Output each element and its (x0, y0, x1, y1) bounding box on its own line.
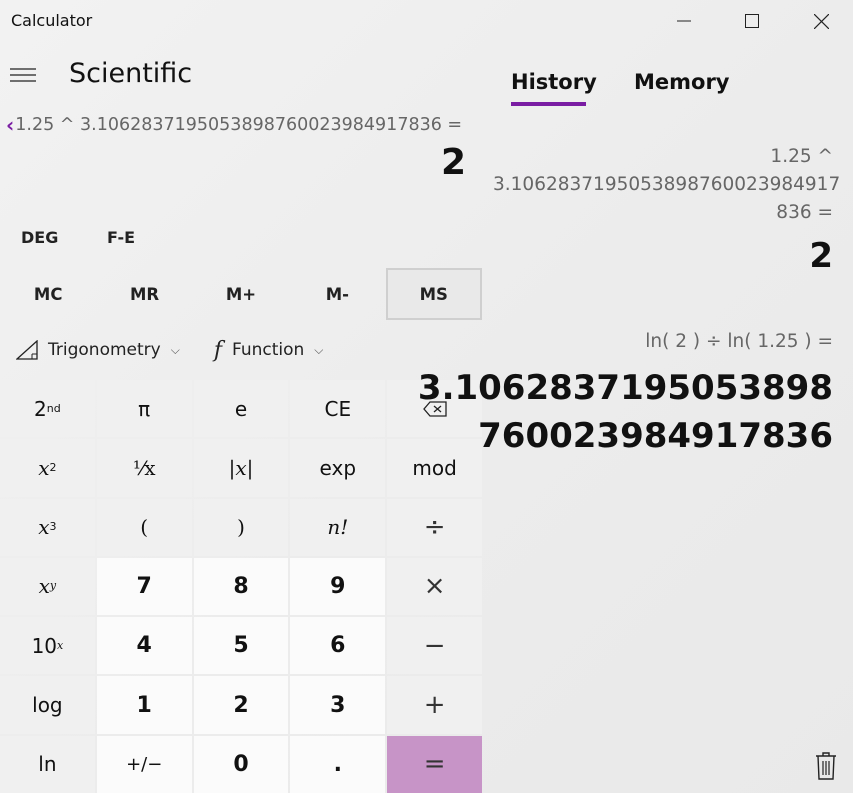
trigonometry-dropdown[interactable]: Trigonometry ⌵ (16, 340, 180, 360)
history-result: 3.1062837195053898 760023984917836 (418, 364, 833, 460)
digit-7-button[interactable]: 7 (96, 557, 192, 616)
function-f-icon: f (213, 337, 222, 363)
minus-button[interactable]: − (387, 617, 482, 675)
digit-8-button[interactable]: 8 (193, 557, 289, 616)
triangle-ruler-icon (16, 340, 38, 360)
ten-power-button[interactable]: 10 x (0, 617, 95, 675)
ce-button[interactable]: CE (290, 380, 386, 438)
title-bar: Calculator (0, 0, 853, 42)
close-icon (813, 13, 829, 29)
exp-button[interactable]: exp (290, 439, 386, 497)
menu-button[interactable] (8, 60, 38, 90)
m-plus-button[interactable]: M+ (193, 268, 289, 320)
cube-button[interactable]: x3 (0, 498, 95, 556)
tab-history[interactable]: History (511, 70, 597, 94)
memory-row: MC MR M+ M- MS (0, 268, 482, 320)
cube-base: x (38, 515, 50, 540)
multiply-button[interactable]: × (387, 557, 482, 616)
factorial-label: n! (327, 515, 349, 540)
second-base: 2 (34, 396, 47, 421)
square-base: x (38, 455, 50, 480)
tab-memory[interactable]: Memory (634, 70, 730, 94)
function-dropdown[interactable]: f Function ⌵ (214, 338, 324, 363)
history-result-line: 760023984917836 (478, 416, 833, 456)
log-button[interactable]: log (0, 676, 95, 734)
trash-icon (816, 752, 836, 780)
digit-5-button[interactable]: 5 (193, 617, 289, 675)
decimal-button[interactable]: . (290, 735, 386, 793)
pi-button[interactable]: π (96, 380, 192, 438)
divide-button[interactable]: ÷ (387, 498, 482, 556)
digit-2-button[interactable]: 2 (193, 676, 289, 734)
digit-4-button[interactable]: 4 (96, 617, 192, 675)
chevron-down-icon: ⌵ (170, 342, 180, 357)
digit-0-button[interactable]: 0 (193, 735, 289, 793)
expression-display: ‹ 1.25 ^ 3.10628371950538987600239849178… (6, 113, 476, 137)
mr-button[interactable]: MR (96, 268, 192, 320)
right-paren-button[interactable]: ) (193, 498, 289, 556)
square-button[interactable]: x2 (0, 439, 95, 497)
calculator-panel: Scientific ‹ 1.25 ^ 3.106283719505389876… (0, 42, 482, 793)
history-expression-line: 836 = (776, 202, 833, 223)
power-base: x (38, 574, 50, 599)
abs-button[interactable]: |x| (193, 439, 289, 497)
hamburger-icon (10, 68, 36, 82)
trigonometry-label: Trigonometry (48, 340, 161, 360)
window-title: Calculator (11, 11, 93, 30)
reciprocal-label: ⅟x (132, 455, 156, 480)
minimize-button[interactable] (650, 0, 718, 42)
history-expression-line: 3.1062837195053898760023984917 (493, 174, 841, 195)
history-panel: History Memory 1.25 ^ 3.1062837195053898… (418, 42, 853, 793)
negate-button[interactable]: +/− (96, 735, 192, 793)
digit-9-button[interactable]: 9 (290, 557, 386, 616)
history-expression-line: 1.25 ^ (770, 146, 833, 167)
mc-button[interactable]: MC (0, 268, 96, 320)
delete-history-button[interactable] (813, 751, 839, 781)
ten-power-base: 10 (31, 633, 58, 658)
history-result-line: 3.1062837195053898 (417, 368, 833, 408)
factorial-button[interactable]: n! (290, 498, 386, 556)
result-display: 2 (440, 142, 466, 183)
chevron-down-icon: ⌵ (314, 342, 324, 357)
ms-button[interactable]: MS (385, 268, 482, 320)
angle-unit-toggle[interactable]: DEG (21, 228, 58, 247)
m-minus-button[interactable]: M- (289, 268, 385, 320)
plus-button[interactable]: + (387, 676, 482, 734)
history-expression: ln( 2 ) ÷ ln( 1.25 ) = (493, 328, 833, 356)
minimize-icon (677, 20, 691, 22)
history-tab-indicator (511, 102, 586, 106)
ln-button[interactable]: ln (0, 735, 95, 793)
mode-title: Scientific (69, 58, 193, 89)
keypad: 2nd π e CE x2 ⅟x |x| exp mod x3 ( ) n! ÷… (0, 380, 482, 793)
digit-6-button[interactable]: 6 (290, 617, 386, 675)
maximize-button[interactable] (718, 0, 786, 42)
history-expression: 1.25 ^ 3.1062837195053898760023984917 83… (493, 143, 841, 227)
left-paren-label: ( (140, 515, 149, 540)
expression-text: 1.25 ^ 3.1062837195053898760023984917836… (15, 115, 463, 135)
e-button[interactable]: e (193, 380, 289, 438)
left-paren-button[interactable]: ( (96, 498, 192, 556)
reciprocal-button[interactable]: ⅟x (96, 439, 192, 497)
function-row: Trigonometry ⌵ f Function ⌵ (0, 321, 482, 379)
equals-button[interactable]: = (387, 735, 482, 793)
power-button[interactable]: xy (0, 557, 95, 616)
digit-3-button[interactable]: 3 (290, 676, 386, 734)
second-button[interactable]: 2nd (0, 380, 95, 438)
function-label: Function (231, 340, 305, 360)
history-result: 2 (809, 236, 833, 276)
maximize-icon (745, 14, 759, 28)
right-paren-label: ) (237, 515, 245, 540)
history-expression-line: ln( 2 ) ÷ ln( 1.25 ) = (645, 331, 833, 352)
close-button[interactable] (787, 0, 853, 42)
abs-label: |x| (228, 455, 254, 480)
fe-toggle[interactable]: F-E (107, 228, 135, 247)
digit-1-button[interactable]: 1 (96, 676, 192, 734)
chevron-left-icon[interactable]: ‹ (6, 113, 14, 137)
